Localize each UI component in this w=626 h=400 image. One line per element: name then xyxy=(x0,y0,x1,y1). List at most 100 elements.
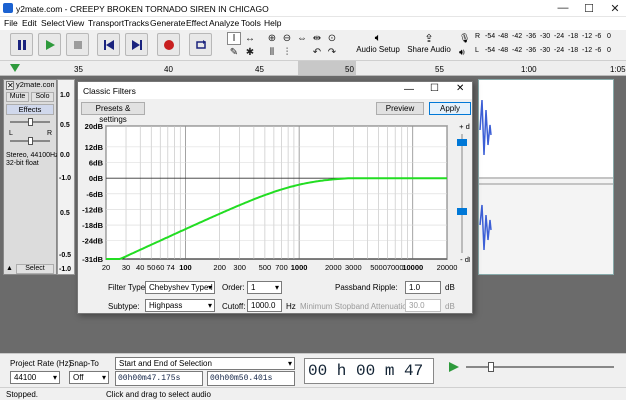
zoom-in-button[interactable]: ⊕ xyxy=(265,32,279,45)
playback-meter[interactable]: -54 -48 -42 -36 -30 -24 -18 -12 -6 0 xyxy=(483,47,613,57)
pan-left-label: L xyxy=(9,130,13,137)
solo-button[interactable]: Solo xyxy=(31,92,54,102)
speaker-meter-icon[interactable]: 🔊︎ xyxy=(459,47,465,58)
track-control-panel[interactable]: ✕ y2mate.com Mute Solo Effects L R Stere… xyxy=(3,79,59,275)
freq-tick-label: 300 xyxy=(233,263,246,272)
menu-tools[interactable]: Tools xyxy=(241,18,261,28)
selection-end-time[interactable]: 00h00m50.401s xyxy=(207,371,295,386)
presets-settings-button[interactable]: Presets & settings xyxy=(81,102,145,124)
gain-slider-thumb[interactable] xyxy=(28,118,33,126)
scale-label: -1.0 xyxy=(59,175,72,182)
vertical-scale[interactable]: 1.0 0.5 0.0 -1.0 0.5 -0.5 -1.0 xyxy=(57,79,75,275)
window-title: y2mate.com - CREEPY BROKEN TORNADO SIREN… xyxy=(16,4,269,14)
menu-tracks[interactable]: Tracks xyxy=(124,18,149,28)
scale-label: 0.5 xyxy=(60,210,70,217)
selection-start-time[interactable]: 00h00m47.175s xyxy=(115,371,203,386)
stop-button[interactable] xyxy=(66,33,89,56)
waveform-view[interactable] xyxy=(478,79,614,275)
preview-button[interactable]: Preview xyxy=(376,102,424,115)
track-name-menu[interactable]: y2mate.com xyxy=(16,81,54,90)
filter-type-label: Filter Type: xyxy=(108,283,148,292)
record-meter[interactable]: -54 -48 -42 -36 -30 -24 -18 -12 -6 0 xyxy=(483,33,613,43)
maximize-button[interactable]: ☐ xyxy=(580,2,598,15)
time-display[interactable]: 00 h 00 m 47 s xyxy=(304,358,434,384)
select-track-button[interactable]: Select xyxy=(16,264,54,274)
loop-button[interactable] xyxy=(189,33,212,56)
fit-project-button[interactable]: ⇹ xyxy=(310,32,324,45)
project-rate-select[interactable]: 44100 xyxy=(10,371,60,384)
ruler-tick: 1:00 xyxy=(521,65,537,74)
apply-button[interactable]: Apply xyxy=(429,102,471,115)
pan-slider-thumb[interactable] xyxy=(28,137,33,145)
menu-analyze[interactable]: Analyze xyxy=(209,18,239,28)
silence-icon: ⫶ xyxy=(285,47,289,58)
menu-view[interactable]: View xyxy=(66,18,84,28)
share-audio-button[interactable]: ⇪ Share Audio xyxy=(406,32,452,59)
menu-generate[interactable]: Generate xyxy=(150,18,185,28)
play-speed-thumb[interactable] xyxy=(488,362,494,372)
cutoff-input[interactable]: 1000.0 xyxy=(247,299,282,312)
filter-response-graph[interactable]: 20dB 12dB 6dB 0dB -6dB -12dB -18dB -24dB -31dB 20… xyxy=(80,119,475,279)
response-plot: 20dB12dB6dB0dB-6dB-12dB-18dB-24dB-31dB20… xyxy=(82,122,475,272)
timeline-ruler[interactable]: 35 40 45 50 55 1:00 1:05 xyxy=(0,61,626,76)
meter-tick: -42 xyxy=(512,47,523,54)
play-at-speed-icon[interactable] xyxy=(448,361,460,373)
envelope-tool[interactable]: ↔ xyxy=(243,32,257,45)
draw-tool[interactable]: ✎ xyxy=(227,46,241,59)
selection-mode-select[interactable]: Start and End of Selection xyxy=(115,357,295,370)
mute-button[interactable]: Mute xyxy=(6,92,29,102)
freq-tick-label: 40 xyxy=(136,263,144,272)
pause-button[interactable] xyxy=(10,33,33,56)
share-audio-label: Share Audio xyxy=(407,45,451,54)
filter-type-select[interactable]: Chebyshev Type I xyxy=(145,281,215,294)
project-rate-label: Project Rate (Hz) xyxy=(10,359,72,368)
app-icon xyxy=(3,3,13,13)
silence-button[interactable]: ⫶ xyxy=(280,46,294,59)
minimize-button[interactable]: — xyxy=(554,2,572,14)
track-close-button[interactable]: ✕ xyxy=(6,81,14,90)
close-window-button[interactable]: ✕ xyxy=(606,2,624,15)
stopband-input[interactable]: 30.0 xyxy=(405,299,441,312)
skip-end-icon xyxy=(131,39,142,50)
zoom-out-icon: ⊖ xyxy=(282,33,292,44)
menu-edit[interactable]: Edit xyxy=(22,18,37,28)
dialog-maximize-button[interactable]: ☐ xyxy=(430,83,439,94)
selection-tool[interactable]: I xyxy=(227,32,241,45)
multi-tool[interactable]: ✱ xyxy=(243,46,257,59)
meter-l-label: L xyxy=(475,47,479,54)
effects-button[interactable]: Effects xyxy=(6,104,54,115)
menu-effect[interactable]: Effect xyxy=(186,18,208,28)
scale-label: -0.5 xyxy=(59,252,72,259)
menu-transport[interactable]: Transport xyxy=(88,18,124,28)
subtype-label: Subtype: xyxy=(108,302,140,311)
play-button[interactable] xyxy=(38,33,61,56)
passband-ripple-input[interactable]: 1.0 xyxy=(405,281,441,294)
zoom-out-button[interactable]: ⊖ xyxy=(280,32,294,45)
freq-tick-label: 30 xyxy=(122,263,130,272)
fit-selection-button[interactable]: ⇔ xyxy=(295,32,309,45)
menu-help[interactable]: Help xyxy=(264,18,281,28)
skip-start-button[interactable] xyxy=(97,33,120,56)
audio-setup-button[interactable]: 🔈︎ Audio Setup xyxy=(352,32,404,59)
dialog-close-button[interactable]: ✕ xyxy=(456,83,464,94)
menu-select[interactable]: Select xyxy=(41,18,65,28)
trim-button[interactable]: ⫴ xyxy=(265,46,279,59)
skip-end-button[interactable] xyxy=(125,33,148,56)
meter-tick: -6 xyxy=(595,33,602,40)
audio-setup-label: Audio Setup xyxy=(356,45,400,54)
subtype-select[interactable]: Highpass xyxy=(145,299,215,312)
collapse-icon[interactable]: ▲ xyxy=(6,265,13,272)
menu-file[interactable]: File xyxy=(4,18,18,28)
play-head-icon[interactable] xyxy=(10,64,20,73)
ruler-tick: 40 xyxy=(164,65,173,74)
meter-tick: -12 xyxy=(582,33,593,40)
microphone-icon[interactable]: 🎙︎ xyxy=(459,33,470,44)
order-select[interactable]: 1 xyxy=(247,281,282,294)
record-button[interactable] xyxy=(157,33,180,56)
redo-button[interactable]: ↷ xyxy=(325,46,339,59)
undo-button[interactable]: ↶ xyxy=(310,46,324,59)
dialog-minimize-button[interactable]: — xyxy=(404,84,414,95)
zoom-toggle-button[interactable]: ⊙ xyxy=(325,32,339,45)
snap-to-select[interactable]: Off xyxy=(69,371,109,384)
db-tick-label: -12dB xyxy=(82,205,103,214)
